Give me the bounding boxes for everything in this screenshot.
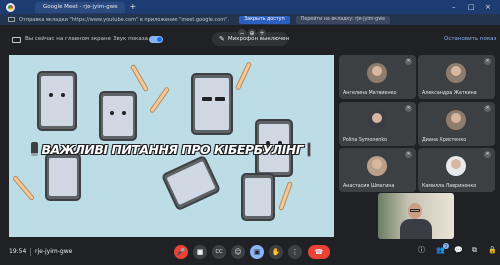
maximize-button[interactable]: □ <box>468 2 475 12</box>
phone-character-2 <box>99 91 137 141</box>
phone-eye <box>122 111 126 115</box>
clock: 19:54 <box>9 248 27 255</box>
participant-avatar <box>446 156 466 176</box>
share-message: Отправка вкладки "https://www.youtube.co… <box>19 16 230 23</box>
app-window: Google Meet - rje-jyim-gwe + – □ × Отпра… <box>0 0 500 265</box>
minimize-button[interactable]: – <box>452 2 456 12</box>
participant-name: Диана Христенко <box>422 138 467 143</box>
participant-name: Камилла Лавриненко <box>422 184 477 189</box>
participant-name: Polina Symonenko <box>343 138 387 143</box>
video-person-body <box>400 219 432 239</box>
self-video[interactable] <box>378 193 454 239</box>
phone-character-6 <box>160 154 222 212</box>
mic-off-icon: ✕ <box>484 58 491 65</box>
phone-character-1 <box>37 71 77 131</box>
bat-icon <box>148 86 171 114</box>
participant-avatar <box>446 63 466 83</box>
bat-icon <box>11 174 36 202</box>
sound-toggle[interactable] <box>149 36 163 43</box>
divider <box>30 248 31 256</box>
phone-screen <box>195 78 229 130</box>
people-count-badge: 7 <box>443 243 449 249</box>
present-button[interactable]: ▣ <box>250 245 264 259</box>
phone-screen <box>41 76 73 126</box>
close-window-button[interactable]: × <box>485 2 491 12</box>
go-to-tab-label: Перейти на вкладку: rje-jyim-gwe <box>300 17 386 22</box>
phone-screen <box>166 160 216 206</box>
slide-title-banner: ВАЖЛИВІ ПИТАННЯ ПРО КІБЕРБУЛІНГ <box>31 137 311 161</box>
participant-tile[interactable]: ✕ Анастасия Шмагина <box>339 148 416 192</box>
mic-toggle-button[interactable]: 🎤 <box>174 245 188 259</box>
meeting-info-button[interactable]: ⓘ <box>418 247 425 254</box>
zoom-in-button[interactable]: + <box>258 29 266 37</box>
mic-off-icon: ✕ <box>405 105 412 112</box>
bottom-toolbar: 19:54 rje-jyim-gwe 🎤 ■ CC ☺ ▣ ✋ ⋮ ☎ ⓘ 👥 … <box>0 241 500 265</box>
bat-icon <box>278 181 293 211</box>
tab-share-bar: Отправка вкладки "https://www.youtube.co… <box>0 14 500 25</box>
raise-hand-button[interactable]: ✋ <box>269 245 283 259</box>
phone-character-7 <box>241 173 275 221</box>
more-options-button[interactable]: ⋮ <box>288 245 302 259</box>
mic-off-icon: ✕ <box>405 58 412 65</box>
host-controls-button[interactable]: 🔒 <box>488 247 497 254</box>
participant-avatar <box>367 110 387 130</box>
hang-up-button[interactable]: ☎ <box>308 245 330 259</box>
sunglasses-icon <box>215 97 225 101</box>
meeting-code: rje-jyim-gwe <box>35 248 73 255</box>
phone-screen <box>49 158 77 196</box>
participant-tile[interactable]: ✕ Ангелина Матвиенко <box>339 55 416 99</box>
sunglasses-icon <box>202 97 212 101</box>
camera-toggle-button[interactable]: ■ <box>193 245 207 259</box>
participant-tile[interactable]: ✕ Александра Жаткина <box>418 55 495 99</box>
phone-character-3 <box>191 73 233 135</box>
activities-button[interactable]: ⧉ <box>472 247 477 254</box>
toggle-knob <box>157 37 162 42</box>
mic-off-icon: ✕ <box>484 105 491 112</box>
laptop-icon <box>31 142 38 156</box>
meet-header: Вы сейчас на главном экране Звук показа … <box>0 25 500 55</box>
phone-eye <box>49 93 53 97</box>
phone-icon <box>307 141 311 157</box>
participant-avatar <box>367 63 387 83</box>
stop-sharing-button[interactable]: Закрыть доступ <box>239 15 290 24</box>
tab-title: Google Meet - rje-jyim-gwe <box>43 4 118 10</box>
new-tab-button[interactable]: + <box>129 3 136 11</box>
phone-eye <box>61 93 65 97</box>
mic-off-icon: ✎ <box>219 35 225 43</box>
browser-titlebar: Google Meet - rje-jyim-gwe + – □ × <box>0 0 500 14</box>
presenting-icon <box>12 37 21 43</box>
emoji-button[interactable]: ☺ <box>231 245 245 259</box>
mic-off-icon: ✕ <box>405 151 412 158</box>
stop-sharing-label: Закрыть доступ <box>244 17 285 22</box>
browser-tab[interactable]: Google Meet - rje-jyim-gwe <box>35 1 126 13</box>
share-tab-icon <box>8 17 15 22</box>
stop-presenting-button[interactable]: Остановить показ <box>444 36 496 42</box>
mic-off-icon: ✕ <box>484 151 491 158</box>
presenting-label: Вы сейчас на главном экране <box>25 36 112 42</box>
participant-name: Анастасия Шмагина <box>343 184 395 189</box>
bat-icon <box>129 63 150 93</box>
chrome-logo-icon <box>6 2 15 12</box>
go-to-tab-button[interactable]: Перейти на вкладку: rje-jyim-gwe <box>295 15 391 24</box>
captions-button[interactable]: CC <box>212 245 226 259</box>
participant-avatar <box>367 156 387 176</box>
participant-tile[interactable]: ✕ Камилла Лавриненко <box>418 148 495 192</box>
sound-label: Звук показа <box>113 36 149 42</box>
participant-tile[interactable]: ✕ Polina Symonenko <box>339 102 416 146</box>
zoom-out-button[interactable]: − <box>238 29 246 37</box>
chat-button[interactable]: 💬 <box>454 247 463 254</box>
zoom-reset-button[interactable]: ⊕ <box>248 29 256 37</box>
bat-icon <box>234 61 253 91</box>
zoom-controls: − ⊕ + <box>238 29 266 37</box>
participant-avatar <box>446 110 466 130</box>
participant-tile[interactable]: ✕ Диана Христенко <box>418 102 495 146</box>
presentation-stage: ВАЖЛИВІ ПИТАННЯ ПРО КІБЕРБУЛІНГ <box>9 55 334 237</box>
phone-eye <box>110 111 114 115</box>
video-person-glasses <box>410 209 420 212</box>
participant-name: Ангелина Матвиенко <box>343 91 397 96</box>
slide-title: ВАЖЛИВІ ПИТАННЯ ПРО КІБЕРБУЛІНГ <box>41 141 304 157</box>
phone-screen <box>245 178 271 216</box>
participant-name: Александра Жаткина <box>422 91 477 96</box>
phone-screen <box>103 96 133 136</box>
